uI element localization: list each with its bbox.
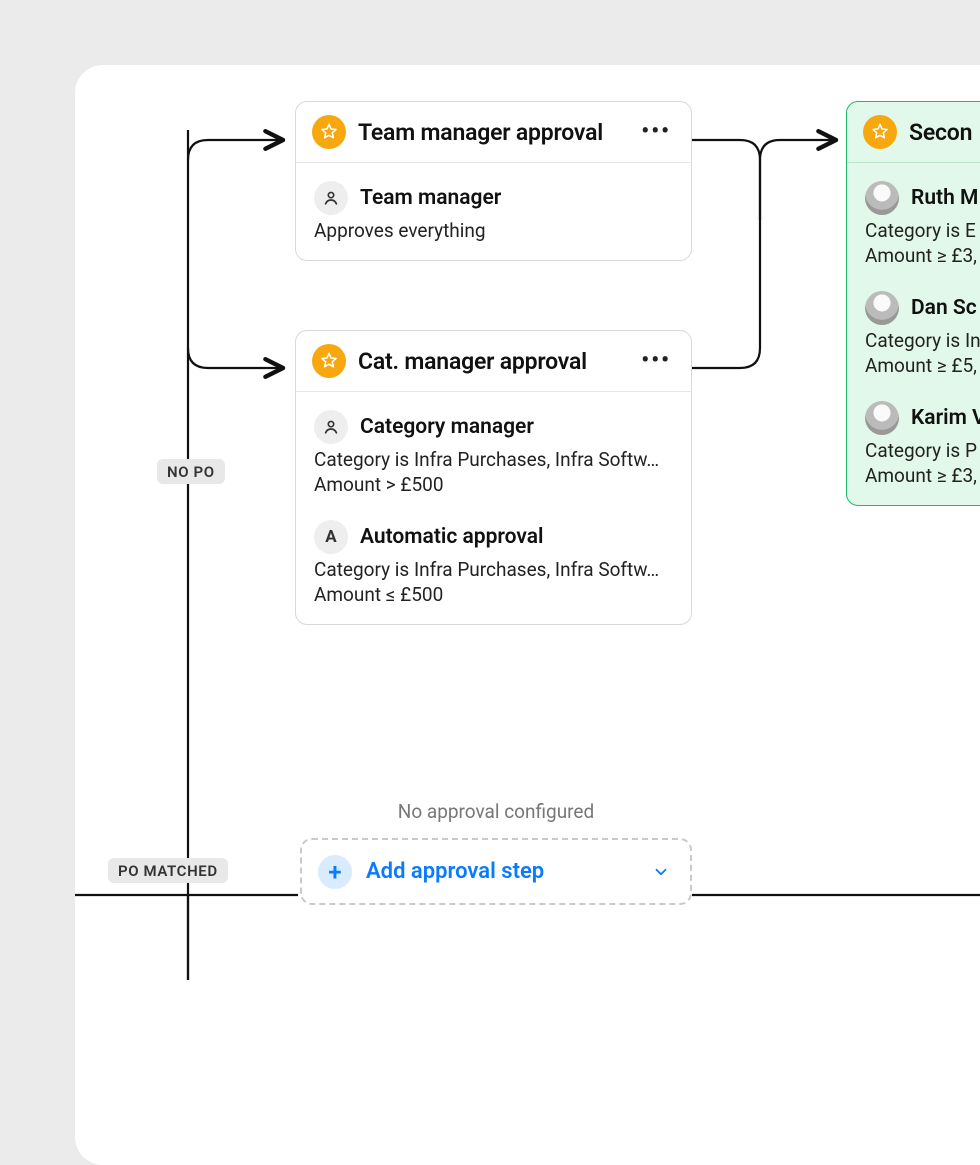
branch-label-po-matched: PO MATCHED: [108, 858, 228, 883]
avatar: [865, 181, 899, 215]
chevron-down-icon: [652, 863, 670, 881]
approver-name: Dan Sc: [911, 296, 977, 320]
rule-text: Category is P: [865, 439, 980, 462]
approval-step-cat-manager[interactable]: Cat. manager approval ••• Category manag…: [295, 330, 692, 625]
more-icon[interactable]: •••: [639, 355, 673, 367]
rule-text: Approves everything: [314, 219, 673, 242]
star-icon: [863, 115, 897, 149]
add-step-label: Add approval step: [366, 859, 652, 884]
star-icon: [312, 344, 346, 378]
branch-label-no-po: NO PO: [157, 459, 225, 484]
rule-text: Category is In: [865, 329, 980, 352]
approver-role: Automatic approval: [360, 525, 544, 549]
star-icon: [312, 115, 346, 149]
rule-text: Category is Infra Purchases, Infra Softw…: [314, 558, 673, 581]
approval-step-team-manager[interactable]: Team manager approval ••• Team manager A…: [295, 101, 692, 261]
rule-text: Amount ≥ £3,: [865, 244, 980, 267]
approver-name: Karim V: [911, 406, 980, 430]
more-icon[interactable]: •••: [639, 126, 673, 138]
person-icon: [314, 181, 348, 215]
avatar: [865, 291, 899, 325]
rule-text: Amount ≥ £5,: [865, 354, 980, 377]
card-title: Cat. manager approval: [358, 348, 627, 375]
approval-step-second[interactable]: Secon Ruth M Category is E Amount ≥ £3, …: [846, 101, 980, 506]
plus-icon: +: [318, 855, 352, 889]
avatar: [865, 401, 899, 435]
rule-text: Amount > £500: [314, 473, 673, 496]
card-title: Secon: [909, 119, 980, 146]
person-icon: [314, 410, 348, 444]
card-title: Team manager approval: [358, 119, 627, 146]
auto-icon: A: [314, 520, 348, 554]
approver-role: Team manager: [360, 186, 501, 210]
rule-text: Amount ≤ £500: [314, 583, 673, 606]
rule-text: Amount ≥ £3,: [865, 464, 980, 487]
approver-role: Category manager: [360, 415, 534, 439]
add-approval-step-button[interactable]: + Add approval step: [300, 838, 692, 905]
approver-name: Ruth M: [911, 186, 978, 210]
empty-state-text: No approval configured: [300, 800, 692, 823]
rule-text: Category is Infra Purchases, Infra Softw…: [314, 448, 673, 471]
rule-text: Category is E: [865, 219, 980, 242]
